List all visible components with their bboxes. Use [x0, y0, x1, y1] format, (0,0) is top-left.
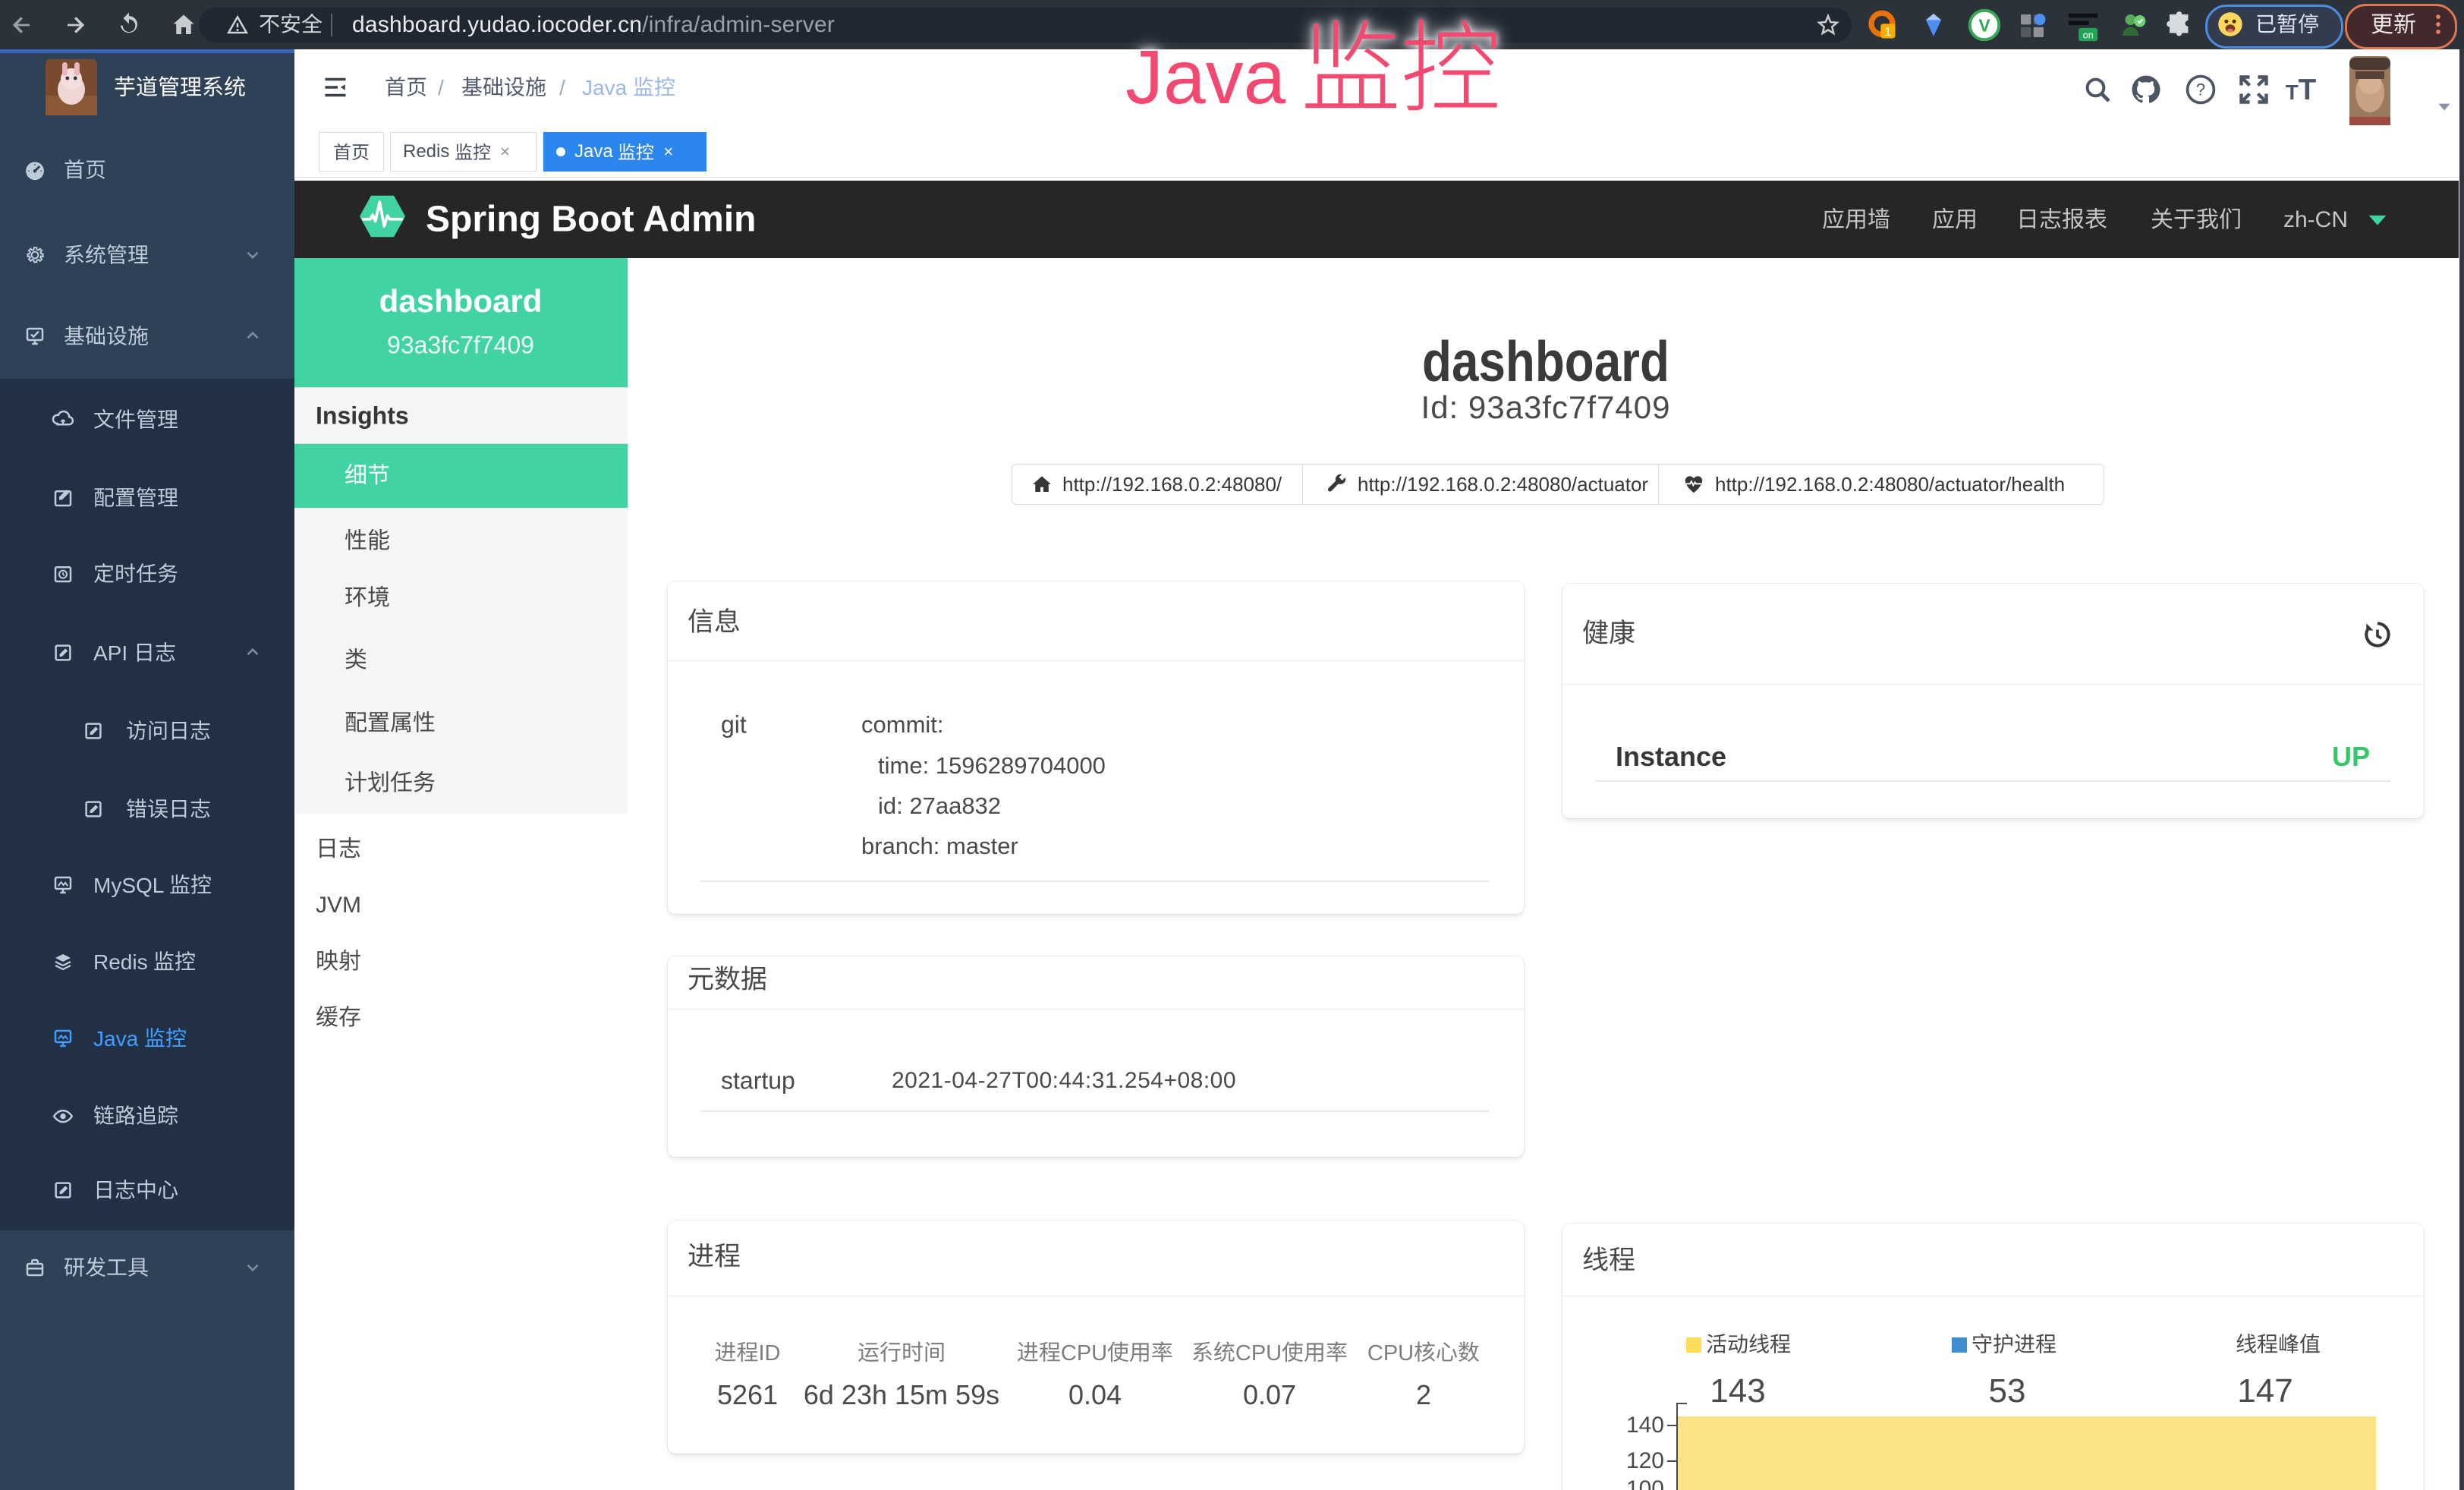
svg-text:T: T [2286, 80, 2299, 104]
svg-text:T: T [2298, 74, 2316, 105]
svg-text:1: 1 [1884, 26, 1891, 39]
svg-text:?: ? [2196, 80, 2205, 99]
svg-text:on: on [2083, 30, 2094, 40]
svg-text:V: V [1978, 15, 1990, 35]
